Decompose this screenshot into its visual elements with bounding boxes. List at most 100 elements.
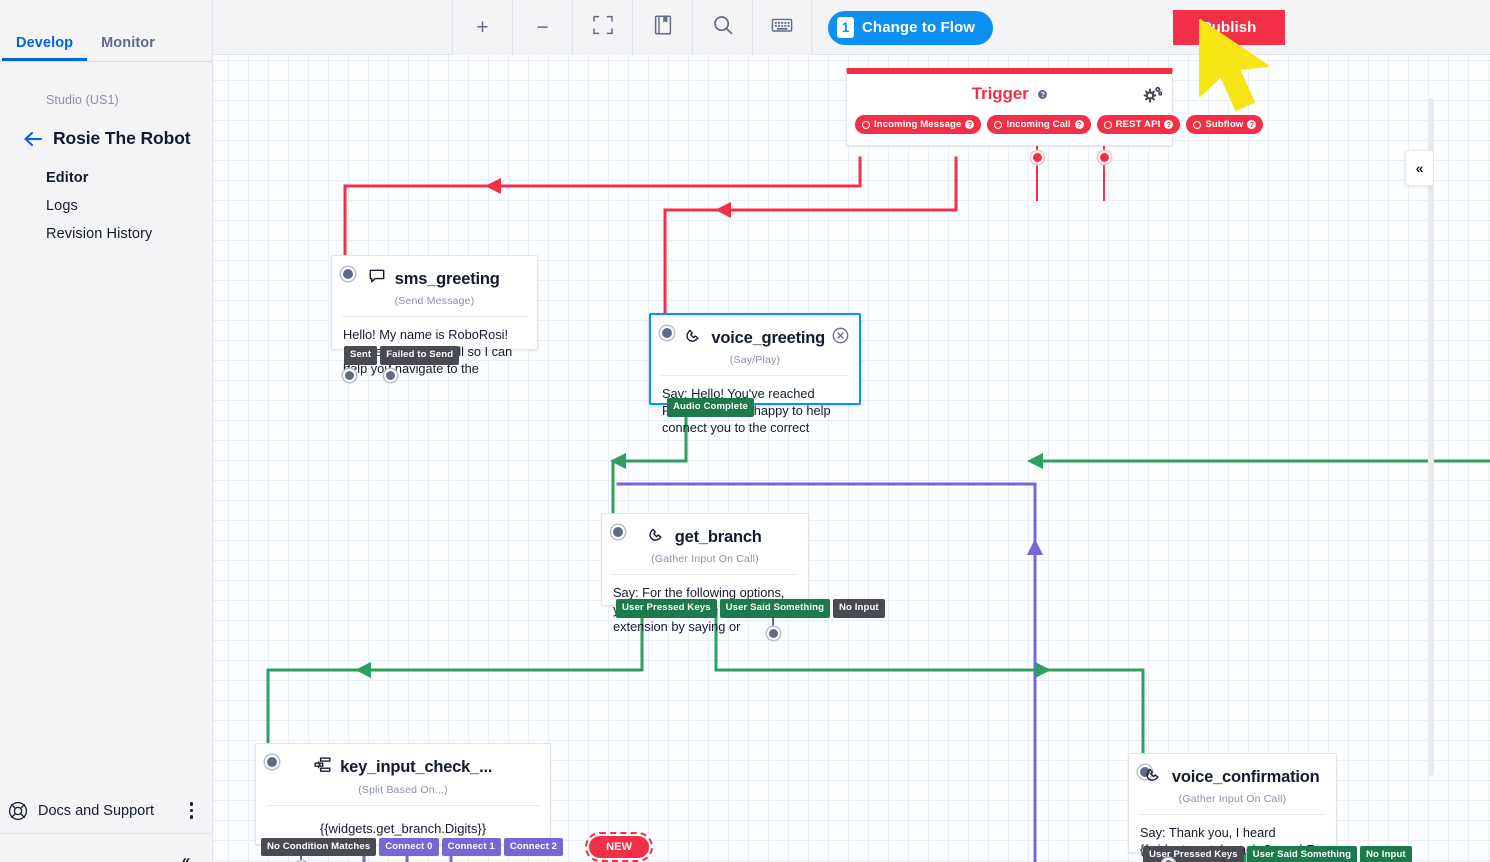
keyboard-icon <box>771 16 793 39</box>
node-type-label: (Say/Play) <box>661 354 849 366</box>
fit-to-screen-button[interactable] <box>572 0 632 55</box>
output-chip-no-condition-matches[interactable]: No Condition Matches <box>261 838 376 857</box>
node-key-input-check[interactable]: key_input_check_... (Split Based On...) … <box>255 743 551 845</box>
flow-canvas[interactable]: Trigger ? <box>213 55 1490 862</box>
help-icon[interactable]: ? <box>1075 120 1084 129</box>
studio-flow-editor: Develop Monitor Studio (US1) Rosie The R… <box>0 0 1490 862</box>
node-header: key_input_check_... (Split Based On...) <box>256 744 550 796</box>
connector-ring-icon <box>1193 121 1201 129</box>
help-icon[interactable]: ? <box>1038 90 1047 99</box>
output-chip-user-pressed-keys[interactable]: User Pressed Keys <box>616 599 717 618</box>
output-chip-user-said-something[interactable]: User Said Something <box>1247 846 1357 862</box>
output-chip-user-said-something[interactable]: User Said Something <box>720 599 830 618</box>
trigger-chip-incoming-call[interactable]: Incoming Call ? <box>987 115 1090 134</box>
library-icon <box>653 14 673 41</box>
help-icon[interactable]: ? <box>965 120 974 129</box>
trigger-chip-rest-api[interactable]: REST API ? <box>1097 115 1181 134</box>
kebab-menu-icon[interactable] <box>184 798 200 823</box>
trigger-chip-label: Incoming Message <box>874 119 961 130</box>
connector-endpoint-no-input[interactable] <box>767 627 780 640</box>
node-title: voice_greeting <box>711 329 825 348</box>
publish-button[interactable]: Publish <box>1173 10 1285 45</box>
trigger-chip-label: Subflow <box>1205 119 1243 130</box>
sidebar-item-logs[interactable]: Logs <box>46 192 212 220</box>
split-icon <box>314 757 331 778</box>
flow-title-row[interactable]: Rosie The Robot <box>0 107 212 149</box>
trigger-chip-subflow[interactable]: Subflow ? <box>1186 115 1263 134</box>
trigger-title-label: Trigger <box>972 84 1029 103</box>
gear-icon[interactable] <box>1143 86 1162 103</box>
page-title: Rosie The Robot <box>53 128 191 149</box>
connector-endpoint-subflow[interactable] <box>1098 151 1111 164</box>
search-button[interactable] <box>692 0 752 55</box>
sidebar-item-revision-history[interactable]: Revision History <box>46 220 212 248</box>
output-chip-connect-1[interactable]: Connect 1 <box>442 838 501 857</box>
output-chip-user-pressed-keys[interactable]: User Pressed Keys <box>1143 846 1244 862</box>
connector-endpoint-failed-to-send[interactable] <box>384 369 397 382</box>
node-type-label: (Gather Input On Call) <box>612 553 798 565</box>
zoom-out-button[interactable]: − <box>512 0 572 55</box>
output-chip-audio-complete[interactable]: Audio Complete <box>667 398 754 417</box>
node-sms-greeting[interactable]: sms_greeting (Send Message) Hello! My na… <box>331 255 538 350</box>
connector-ring-icon <box>862 121 870 129</box>
output-chip-failed-to-send[interactable]: Failed to Send <box>380 346 459 365</box>
node-header: voice_greeting (Say/Play) <box>651 315 859 366</box>
docs-and-support-row[interactable]: Docs and Support <box>0 788 213 834</box>
keyboard-shortcuts-button[interactable] <box>752 0 812 55</box>
connector-endpoint-rest-api[interactable] <box>1031 151 1044 164</box>
library-button[interactable] <box>632 0 692 55</box>
output-chip-no-input[interactable]: No Input <box>833 599 885 618</box>
node-voice-confirmation[interactable]: voice_confirmation (Gather Input On Call… <box>1128 753 1337 853</box>
message-icon <box>369 269 385 289</box>
sidebar-item-editor[interactable]: Editor <box>46 164 212 192</box>
trigger-title-row: Trigger ? <box>847 74 1172 104</box>
sidebar-nav: Editor Logs Revision History <box>0 149 212 248</box>
tab-develop[interactable]: Develop <box>2 36 87 62</box>
docs-and-support-label: Docs and Support <box>38 803 184 819</box>
connector-ring-icon <box>1104 121 1112 129</box>
node-header: sms_greeting (Send Message) <box>332 256 537 307</box>
tab-monitor[interactable]: Monitor <box>87 36 169 62</box>
connector-endpoint-sent[interactable] <box>343 369 356 382</box>
trigger-chip-list: Incoming Message ? Incoming Call ? REST … <box>847 104 1172 145</box>
toolbar-button-group: + − <box>452 0 993 55</box>
change-count-badge: 1 <box>837 17 854 38</box>
node-title: voice_confirmation <box>1172 768 1320 787</box>
trigger-chip-label: REST API <box>1116 119 1161 130</box>
lifebuoy-icon <box>8 801 28 821</box>
product-label: Studio (US1) <box>0 62 212 107</box>
zoom-in-button[interactable]: + <box>452 0 512 55</box>
help-icon[interactable]: ? <box>1247 120 1256 129</box>
panel-collapse-button[interactable]: « <box>1405 150 1433 186</box>
add-new-condition-button[interactable]: NEW <box>589 836 649 858</box>
node-get-branch[interactable]: get_branch (Gather Input On Call) Say: F… <box>601 513 809 606</box>
output-chip-sent[interactable]: Sent <box>344 346 377 365</box>
node-output-chips: Sent Failed to Send <box>344 346 462 365</box>
change-to-flow-label: Change to Flow <box>862 19 975 36</box>
help-icon[interactable]: ? <box>1164 120 1173 129</box>
output-chip-connect-0[interactable]: Connect 0 <box>379 838 438 857</box>
change-to-flow-button[interactable]: 1 Change to Flow <box>828 11 993 45</box>
search-icon <box>712 14 734 41</box>
node-header: voice_confirmation (Gather Input On Call… <box>1129 754 1336 805</box>
minus-icon: − <box>536 17 548 38</box>
trigger-chip-incoming-message[interactable]: Incoming Message ? <box>855 115 981 134</box>
trigger-chip-label: Incoming Call <box>1006 119 1070 130</box>
top-toolbar: + − <box>213 0 1490 55</box>
sidebar-collapse-icon[interactable]: « <box>182 853 190 862</box>
canvas-vertical-scrollbar[interactable] <box>1428 98 1434 776</box>
node-header: get_branch (Gather Input On Call) <box>602 514 808 565</box>
close-icon[interactable] <box>832 327 849 344</box>
fit-icon <box>592 14 614 41</box>
sidebar-tabs: Develop Monitor <box>0 0 212 62</box>
node-voice-greeting[interactable]: voice_greeting (Say/Play) Say: Hello! Yo… <box>649 313 861 405</box>
node-type-label: (Gather Input On Call) <box>1139 793 1326 805</box>
connector-ring-icon <box>994 121 1002 129</box>
node-output-chips: User Pressed Keys User Said Something No… <box>616 599 888 618</box>
node-trigger[interactable]: Trigger ? <box>846 68 1173 146</box>
output-chip-no-input[interactable]: No Input <box>1360 846 1412 862</box>
node-output-chips: Audio Complete <box>667 398 757 417</box>
plus-icon: + <box>476 17 488 38</box>
output-chip-connect-2[interactable]: Connect 2 <box>504 838 563 857</box>
back-arrow-icon[interactable] <box>22 129 44 149</box>
